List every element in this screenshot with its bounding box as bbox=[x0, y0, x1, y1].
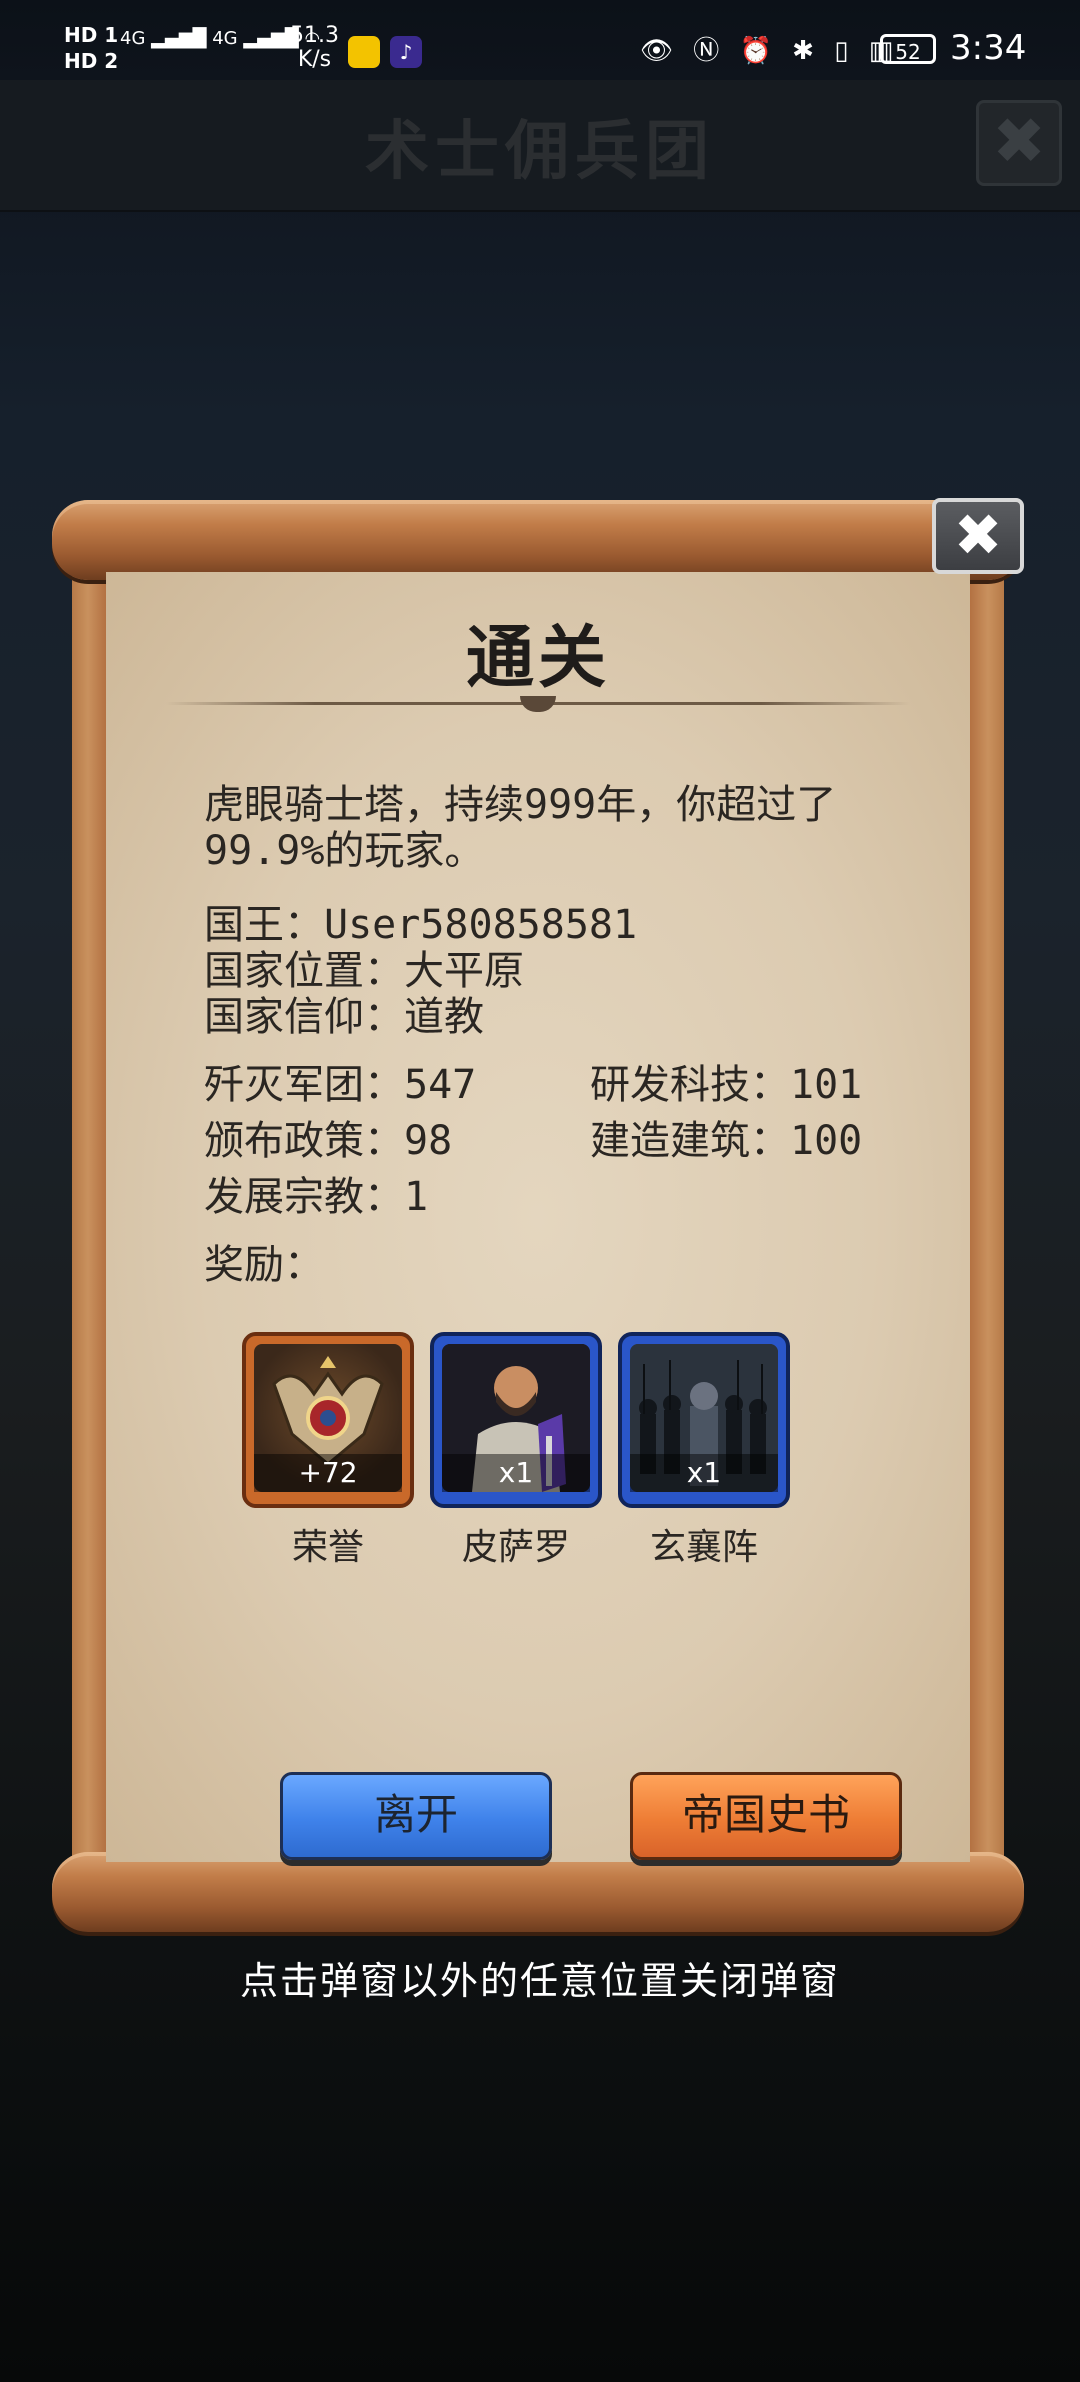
scroll-paper: 通关 虎眼骑士塔，持续999年，你超过了99.9%的玩家。 国王：User580… bbox=[106, 572, 970, 1862]
popup-title: 通关 bbox=[465, 619, 610, 698]
reward-label-honor: 荣誉 bbox=[291, 1527, 364, 1568]
stat-legions: 歼灭军团：547 bbox=[204, 1062, 477, 1108]
background-close-button: ✖ bbox=[976, 100, 1062, 186]
stat-religion: 发展宗教：1 bbox=[204, 1174, 429, 1220]
status-bar: HD 1 HD 2 4G ▂▄▆█ 4G ▂▄▆█ ◠ 51.3 K/s ♪ 👁… bbox=[0, 0, 1080, 80]
title-divider-ornament bbox=[520, 696, 556, 712]
reward-qty: +72 bbox=[254, 1454, 402, 1492]
clock: 3:34 bbox=[950, 28, 1027, 68]
system-icons: 👁 Ⓝ ⏰ ✱ ▯ ▥ bbox=[640, 36, 900, 66]
stat-buildings: 建造建筑：100 bbox=[590, 1118, 863, 1164]
summary-text: 虎眼骑士塔，持续999年，你超过了99.9%的玩家。 bbox=[204, 782, 837, 874]
battery-icon: 52 bbox=[880, 34, 936, 64]
rewards-label: 奖励： bbox=[204, 1242, 324, 1288]
background-title: 术士佣兵团 bbox=[365, 115, 715, 189]
reward-label-army: 玄襄阵 bbox=[649, 1527, 758, 1568]
stat-tech: 研发科技：101 bbox=[590, 1062, 863, 1108]
reward-card-honor[interactable]: +72 bbox=[242, 1332, 414, 1508]
scroll-bottom-rod bbox=[52, 1852, 1024, 1932]
scroll-top-rod bbox=[52, 500, 1024, 580]
stat-policies: 颁布政策：98 bbox=[204, 1118, 453, 1164]
location-line: 国家位置：大平原 bbox=[204, 948, 524, 994]
sim-indicator: HD 1 HD 2 bbox=[64, 23, 119, 73]
network-speed: 51.3 K/s bbox=[290, 23, 339, 72]
empire-history-button[interactable]: 帝国史书 bbox=[630, 1772, 902, 1860]
king-line: 国王：User580858581 bbox=[204, 902, 638, 948]
reward-label-hero: 皮萨罗 bbox=[461, 1527, 570, 1568]
reward-qty: x1 bbox=[442, 1454, 590, 1492]
weibo-icon bbox=[348, 36, 380, 68]
faith-line: 国家信仰：道教 bbox=[204, 994, 484, 1040]
leave-button[interactable]: 离开 bbox=[280, 1772, 552, 1860]
close-icon[interactable]: ✖ bbox=[932, 498, 1024, 574]
reward-card-army[interactable]: x1 bbox=[618, 1332, 790, 1508]
reward-card-hero[interactable]: x1 bbox=[430, 1332, 602, 1508]
dismiss-hint: 点击弹窗以外的任意位置关闭弹窗 bbox=[239, 1959, 840, 2003]
victory-popup[interactable]: 通关 虎眼骑士塔，持续999年，你超过了99.9%的玩家。 国王：User580… bbox=[52, 498, 1024, 1932]
tiktok-icon: ♪ bbox=[390, 36, 422, 68]
reward-qty: x1 bbox=[630, 1454, 778, 1492]
